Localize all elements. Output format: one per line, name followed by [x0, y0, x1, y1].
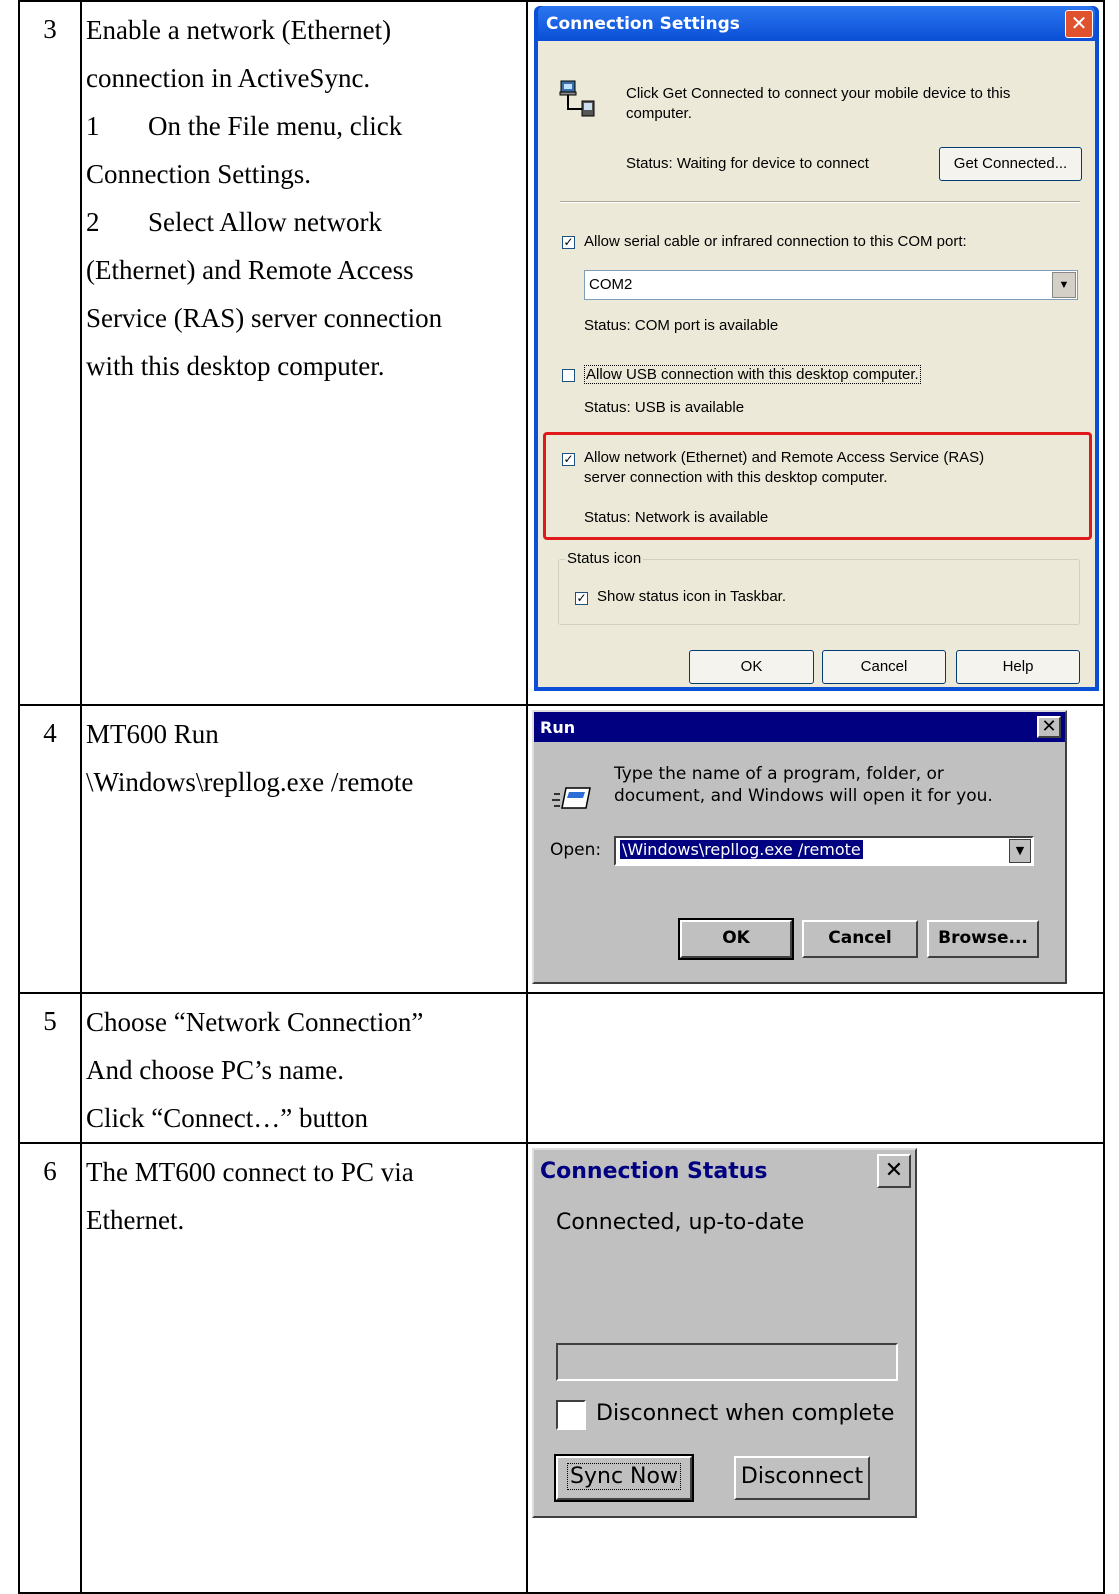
help-button[interactable]: Help [956, 650, 1080, 684]
com-status: Status: COM port is available [584, 317, 779, 334]
text-line: Service (RAS) server connection [86, 303, 443, 333]
device-sync-icon [559, 80, 595, 117]
sync-now-label: Sync Now [567, 1463, 681, 1490]
network-label: Allow network (Ethernet) and Remote Acce… [584, 449, 985, 466]
text-line: with this desktop computer. [86, 351, 385, 381]
step-description: MT600 Run \Windows\repllog.exe /remote [80, 704, 528, 994]
dialog-body: Click Get Connected to connect your mobi… [538, 41, 1095, 687]
connection-status-dialog: Connection Status ✕ Connected, up-to-dat… [532, 1148, 917, 1518]
dialog-title: Connection Settings [546, 13, 740, 34]
intro-line: Click Get Connected to connect your mobi… [626, 85, 1011, 102]
sub-step-number: 2 [86, 207, 100, 237]
dialog-titlebar: Connection Status ✕ [534, 1150, 915, 1192]
get-connected-button[interactable]: Get Connected... [939, 147, 1082, 181]
step-number: 6 [18, 1142, 82, 1594]
text-line: Click “Connect…” button [86, 1103, 368, 1133]
sub-step: 2 Select Allow network [86, 198, 526, 246]
dialog-title: Run [540, 717, 576, 737]
screenshot-cell: Connection Status ✕ Connected, up-to-dat… [526, 1142, 1105, 1594]
step-number: 5 [18, 992, 82, 1144]
text-line: \Windows\repllog.exe /remote [86, 767, 414, 797]
run-description: Type the name of a program, folder, or [614, 764, 944, 784]
instruction-table: 3 Enable a network (Ethernet) connection… [18, 0, 1105, 1594]
show-icon-label: Show status icon in Taskbar. [597, 588, 786, 605]
sub-step-text: Select Allow network [148, 207, 382, 237]
serial-label: Allow serial cable or infrared connectio… [584, 233, 967, 250]
ok-button[interactable]: OK [678, 918, 794, 960]
screenshot-cell: Run ✕ Type the name of a program, folder… [526, 704, 1105, 994]
disconnect-checkbox[interactable] [556, 1400, 586, 1430]
status-text: Connected, up-to-date [556, 1210, 805, 1235]
cancel-button[interactable]: Cancel [822, 650, 946, 684]
network-checkbox[interactable]: ✓ [562, 453, 575, 466]
text-line: connection in ActiveSync. [86, 63, 371, 93]
com-port-value: COM2 [589, 276, 633, 293]
close-icon[interactable]: ✕ [1037, 716, 1061, 738]
table-row: 3 Enable a network (Ethernet) connection… [18, 0, 1105, 706]
connection-settings-dialog: Connection Settings ✕ Click Get Connecte… [534, 6, 1099, 691]
progress-bar [556, 1343, 898, 1381]
dialog-titlebar: Run ✕ [534, 712, 1065, 742]
separator [560, 201, 1080, 203]
disconnect-label: Disconnect when complete [596, 1401, 895, 1426]
step-number: 3 [18, 0, 82, 706]
open-label: Open: [550, 840, 602, 860]
sync-now-button[interactable]: Sync Now [554, 1454, 694, 1502]
step-description: The MT600 connect to PC via Ethernet. [80, 1142, 528, 1594]
open-input-value: \Windows\repllog.exe /remote [620, 840, 863, 859]
chevron-down-icon[interactable]: ▼ [1052, 272, 1076, 298]
com-port-select[interactable]: COM2 ▼ [584, 270, 1078, 300]
usb-checkbox[interactable] [562, 369, 575, 382]
step-number: 4 [18, 704, 82, 994]
text-line: MT600 Run [86, 719, 219, 749]
cancel-button[interactable]: Cancel [802, 920, 918, 958]
table-row: 6 The MT600 connect to PC via Ethernet. … [18, 1142, 1105, 1594]
intro-line: computer. [626, 105, 692, 122]
ok-button[interactable]: OK [689, 650, 814, 684]
text-line: Connection Settings. [86, 159, 311, 189]
step-description: Enable a network (Ethernet) connection i… [80, 0, 528, 706]
text-line: Enable a network (Ethernet) [86, 15, 392, 45]
screenshot-cell [526, 992, 1105, 1144]
sub-step-text: On the File menu, click [148, 111, 403, 141]
close-icon[interactable]: ✕ [1065, 9, 1093, 38]
network-label: server connection with this desktop comp… [584, 469, 888, 486]
disconnect-button[interactable]: Disconnect [734, 1456, 870, 1500]
text-line: And choose PC’s name. [86, 1055, 344, 1085]
dialog-title: Connection Status [540, 1158, 768, 1184]
group-label: Status icon [565, 550, 644, 567]
network-status: Status: Network is available [584, 509, 769, 526]
dialog-titlebar: Connection Settings ✕ [538, 6, 1095, 41]
show-icon-checkbox[interactable]: ✓ [575, 592, 588, 605]
open-input[interactable]: \Windows\repllog.exe /remote ▼ [614, 836, 1034, 866]
serial-checkbox[interactable]: ✓ [562, 236, 575, 249]
sub-step: 1 On the File menu, click [86, 102, 526, 150]
sub-step-number: 1 [86, 111, 100, 141]
browse-button[interactable]: Browse... [927, 920, 1039, 958]
run-icon [552, 787, 591, 809]
text-line: The MT600 connect to PC via [86, 1157, 414, 1187]
close-icon[interactable]: ✕ [877, 1154, 911, 1188]
screenshot-cell: Connection Settings ✕ Click Get Connecte… [526, 0, 1105, 706]
text-line: (Ethernet) and Remote Access [86, 255, 414, 285]
run-dialog: Run ✕ Type the name of a program, folder… [532, 710, 1067, 984]
usb-status: Status: USB is available [584, 399, 745, 416]
run-description: document, and Windows will open it for y… [614, 786, 993, 806]
text-line: Choose “Network Connection” [86, 1007, 424, 1037]
status-icon-group: Status icon ✓ Show status icon in Taskba… [558, 550, 1080, 625]
chevron-down-icon[interactable]: ▼ [1009, 839, 1031, 863]
text-line: Ethernet. [86, 1205, 185, 1235]
step-description: Choose “Network Connection” And choose P… [80, 992, 528, 1144]
status-waiting: Status: Waiting for device to connect [626, 155, 869, 172]
usb-label: Allow USB connection with this desktop c… [584, 365, 921, 384]
table-row: 5 Choose “Network Connection” And choose… [18, 992, 1105, 1144]
table-row: 4 MT600 Run \Windows\repllog.exe /remote… [18, 704, 1105, 994]
